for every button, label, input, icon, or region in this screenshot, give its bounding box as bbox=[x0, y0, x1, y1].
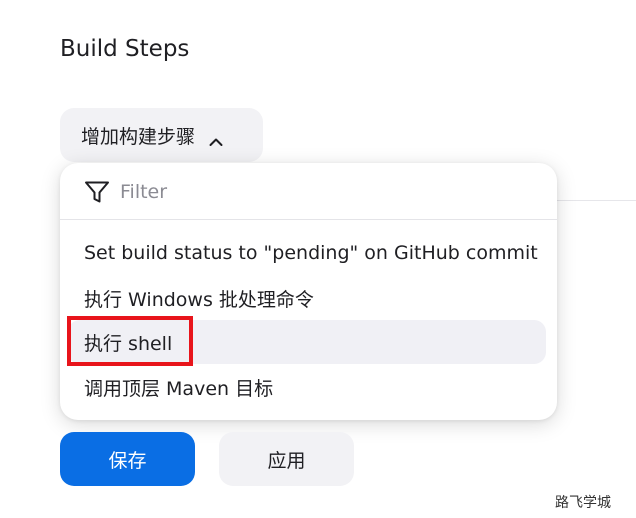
menu-item-github-pending-status[interactable]: Set build status to "pending" on GitHub … bbox=[68, 231, 548, 275]
menu-item-label: 执行 shell bbox=[84, 332, 173, 355]
menu-item-execute-shell[interactable]: 执行 shell bbox=[68, 320, 546, 364]
menu-item-maven-target[interactable]: 调用顶层 Maven 目标 bbox=[68, 365, 548, 409]
build-step-dropdown: Set build status to "pending" on GitHub … bbox=[60, 163, 557, 420]
menu-item-label: Set build status to "pending" on GitHub … bbox=[84, 242, 538, 264]
filter-input[interactable] bbox=[120, 177, 520, 207]
filter-row bbox=[60, 163, 557, 220]
section-divider bbox=[557, 200, 636, 201]
add-build-step-label: 增加构建步骤 bbox=[81, 125, 196, 148]
apply-button[interactable]: 应用 bbox=[219, 432, 354, 486]
chevron-up-icon bbox=[209, 130, 223, 146]
section-title: Build Steps bbox=[60, 36, 190, 62]
menu-item-label: 执行 Windows 批处理命令 bbox=[84, 288, 314, 311]
menu-item-label: 调用顶层 Maven 目标 bbox=[84, 377, 274, 400]
save-button[interactable]: 保存 bbox=[60, 432, 195, 486]
build-steps-page: Build Steps 增加构建步骤 Set build status to "… bbox=[0, 0, 636, 518]
add-build-step-button[interactable]: 增加构建步骤 bbox=[60, 108, 263, 162]
menu-item-windows-batch[interactable]: 执行 Windows 批处理命令 bbox=[68, 276, 548, 320]
watermark: 路飞学城 bbox=[555, 495, 611, 511]
filter-icon bbox=[84, 180, 110, 204]
